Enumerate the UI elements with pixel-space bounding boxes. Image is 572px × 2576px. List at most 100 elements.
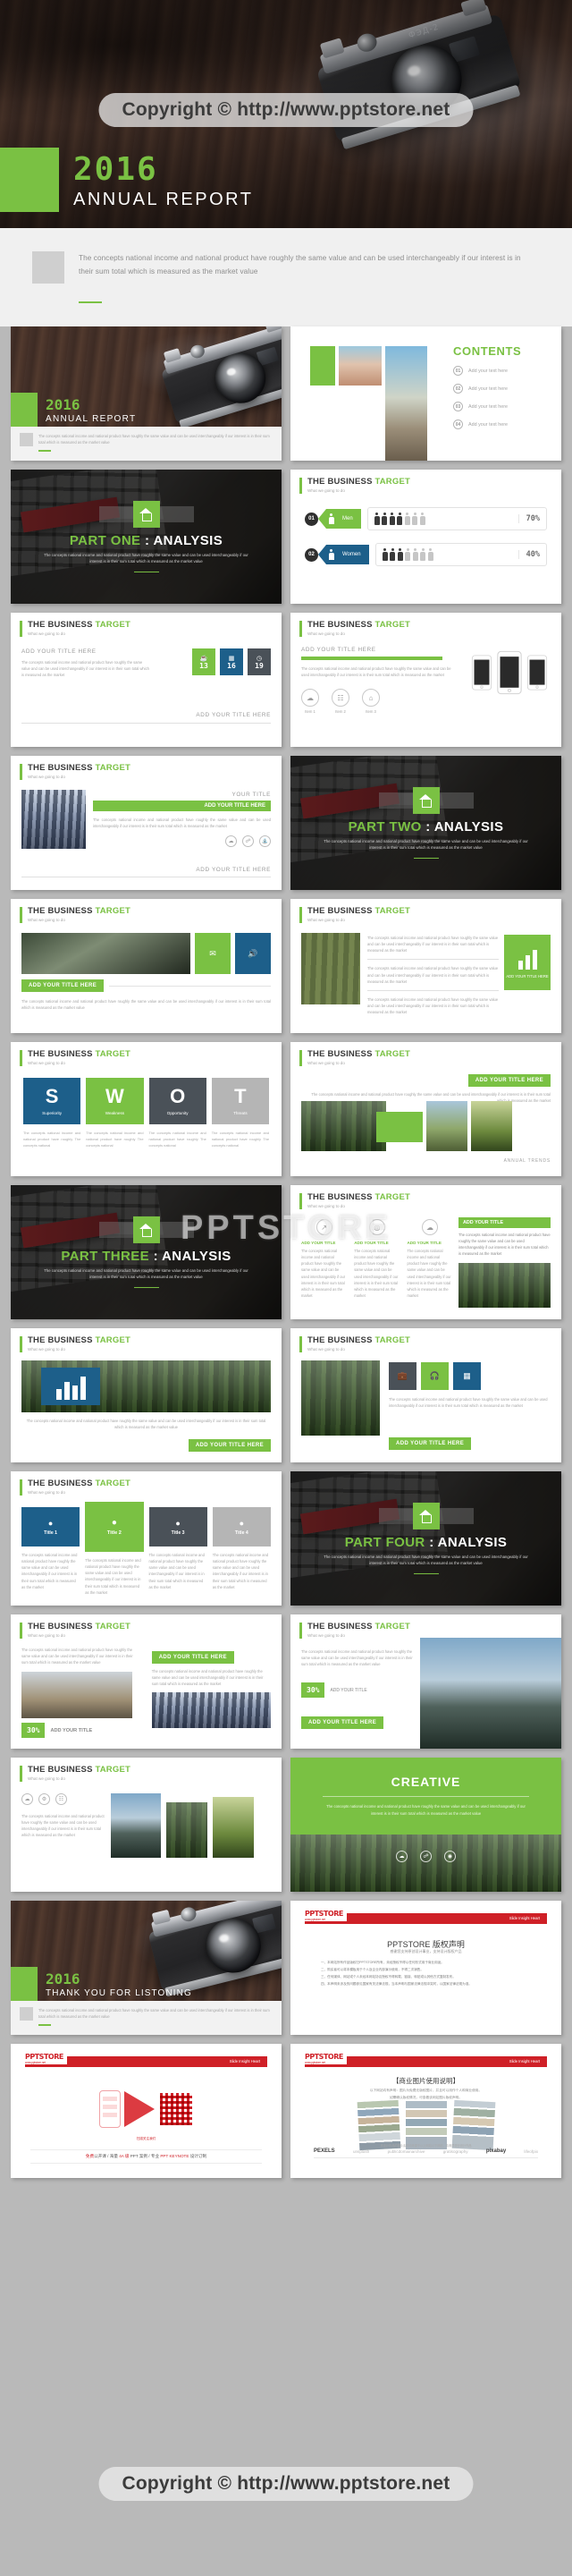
slide-thumbnail-creative[interactable]: CREATIVE The concepts national income an… [290, 1758, 561, 1892]
contents-item-number: 04 [453, 419, 463, 429]
swot-column[interactable]: S Superiority The concepts national inco… [23, 1078, 81, 1148]
part-left-bar [98, 505, 133, 522]
slide-thumbnail-part-one[interactable]: PART ONE : ANALYSIS The concepts nationa… [11, 470, 282, 604]
part-icon-box [132, 500, 160, 528]
swot-word: Threats [233, 1111, 248, 1115]
tile-column[interactable]: ● Title 2 The concepts national income a… [85, 1502, 144, 1596]
tile-column[interactable]: ● Title 1 The concepts national income a… [21, 1507, 80, 1590]
slide-thumbnail-gender[interactable]: THE BUSINESS TARGET What we going to do … [290, 470, 561, 604]
slide-thumbnail-four-tiles[interactable]: THE BUSINESS TARGET What we going to do … [11, 1471, 282, 1606]
contents-list: CONTENTS 01 Add your text here 02 Add yo… [453, 344, 521, 429]
image-strips [290, 2099, 561, 2151]
date-number: 19 [255, 661, 264, 670]
cup-icon: ☕ [199, 655, 208, 662]
cover-desc-box [20, 433, 33, 446]
slide-thumbnail-cover[interactable]: 2016 ANNUAL REPORT The concepts national… [11, 326, 282, 461]
contents-item[interactable]: 01 Add your text here [453, 366, 521, 376]
swot-column[interactable]: O Opportunity The concepts national inco… [148, 1078, 206, 1148]
home-icon [139, 507, 153, 521]
deer-line: The concepts national income and nationa… [367, 966, 499, 984]
percent-body: The concepts national income and nationa… [21, 1648, 133, 1665]
bt-title: THE BUSINESS [28, 906, 96, 916]
link-icon[interactable]: ☍ [242, 835, 254, 848]
annual-photo-field [426, 1101, 467, 1151]
slide-thumbnail-grid: 2016 ANNUAL REPORT The concepts national… [0, 326, 572, 2178]
pptstore-slogan: Slide Insight Heart [509, 2059, 540, 2063]
tile-column[interactable]: ● Title 4 The concepts national income a… [212, 1507, 271, 1590]
slide-thumbnail-steps[interactable]: THE BUSINESS TARGET What we going to do … [290, 1185, 561, 1319]
hero-title-block: 2016 ANNUAL REPORT [0, 148, 253, 212]
bt-accent: TARGET [95, 763, 131, 773]
slide-thumbnail-date-icons[interactable]: THE BUSINESS TARGET What we going to do … [11, 613, 282, 747]
cloud-icon[interactable]: ☁ [21, 1793, 33, 1805]
three-icons-photo [21, 933, 190, 974]
image-title-body: The concepts national income and nationa… [93, 818, 271, 829]
slide-thumbnail-swot[interactable]: THE BUSINESS TARGET What we going to do … [11, 1042, 282, 1176]
swot-column[interactable]: W Weakness The concepts national income … [86, 1078, 144, 1148]
part-four-description: The concepts national income and nationa… [324, 1554, 528, 1566]
cloud-icon[interactable]: ☁ [225, 835, 237, 848]
slide-thumbnail-part-two[interactable]: PART TWO : ANALYSIS The concepts nationa… [290, 756, 561, 890]
icon-boxes-footer: ADD YOUR TITLE HERE [389, 1437, 472, 1450]
slide-thumbnail-pptstore-qr[interactable]: PPTSTORE www.pptstore.net Slide Insight … [11, 2044, 282, 2178]
slide-thumbnail-annual-trends[interactable]: THE BUSINESS TARGET What we going to do … [290, 1042, 561, 1176]
thankyou-desc-box [20, 2007, 33, 2021]
tile-column[interactable]: ● Title 3 The concepts national income a… [148, 1507, 207, 1590]
percent-value: 30% [21, 1723, 46, 1738]
phone-item[interactable]: ☁ Item 1 [301, 689, 319, 714]
hero-year: 2016 [73, 151, 158, 188]
bank-icon[interactable]: ⛲ [259, 835, 271, 848]
bt-sub: What we going to do [28, 1776, 65, 1781]
three-icons-body: The concepts national income and nationa… [21, 999, 271, 1011]
hero-banner: ФЭД-2 Copyright © http://www.pptstore.ne… [0, 0, 572, 228]
contents-item[interactable]: 04 Add your text here [453, 419, 521, 429]
pptstore-slogan: Slide Insight Heart [509, 1916, 540, 1920]
chart-footer: ADD YOUR TITLE HERE [188, 1439, 271, 1452]
bt-accent: TARGET [374, 1335, 411, 1345]
slide-thumbnail-phone[interactable]: THE BUSINESS TARGET What we going to do … [290, 613, 561, 747]
slide-thumbnail-percent[interactable]: THE BUSINESS TARGET What we going to do … [11, 1614, 282, 1749]
slide-thumbnail-pptstore-notice[interactable]: PPTSTORE www.pptstore.net Slide Insight … [290, 1901, 561, 2035]
slide-thumbnail-chart[interactable]: THE BUSINESS TARGET What we going to do … [11, 1328, 282, 1462]
bt-title: THE BUSINESS [28, 1335, 96, 1345]
slide-thumbnail-part-three[interactable]: PART THREE : ANALYSIS The concepts natio… [11, 1185, 282, 1319]
contents-item[interactable]: 03 Add your text here [453, 402, 521, 411]
phone-item[interactable]: ⌂ Item 3 [362, 689, 380, 714]
brand-pexels: PEXELS [314, 2148, 335, 2154]
slide-thumbnail-deer-list[interactable]: THE BUSINESS TARGET What we going to do … [290, 899, 561, 1033]
bt-accent: TARGET [95, 1622, 131, 1631]
slide-thumbnail-mountain[interactable]: THE BUSINESS TARGET What we going to do … [290, 1614, 561, 1749]
swot-column[interactable]: T Threats The concepts national income a… [211, 1078, 269, 1148]
bt-accent: TARGET [95, 1479, 131, 1488]
slide-thumbnail-pptstore-images[interactable]: PPTSTORE www.pptstore.net Slide Insight … [290, 2044, 561, 2178]
part-three-accent: : ANALYSIS [149, 1248, 231, 1264]
mountain-photo [420, 1638, 561, 1749]
mountain-badge: ADD YOUR TITLE HERE [301, 1716, 384, 1729]
slide-thumbnail-gallery[interactable]: THE BUSINESS TARGET What we going to do … [11, 1758, 282, 1892]
bt-title: THE BUSINESS [307, 477, 375, 487]
slide-thumbnail-image-title[interactable]: THE BUSINESS TARGET What we going to do … [11, 756, 282, 890]
slide-thumbnail-thank-you[interactable]: 2016 THANK YOU FOR LISTONING The concept… [11, 1901, 282, 2035]
contents-item[interactable]: 02 Add your text here [453, 384, 521, 394]
headphones-icon: 🎧 [421, 1362, 449, 1390]
part-one-description: The concepts national income and nationa… [44, 552, 248, 564]
hero-subtitle: ANNUAL REPORT [73, 190, 254, 209]
slide-thumbnail-three-icons[interactable]: THE BUSINESS TARGET What we going to do … [11, 899, 282, 1033]
brand-gratisography: gratisography [442, 2148, 468, 2154]
footer-part-1: 免费 [85, 2154, 95, 2158]
image-strip [405, 2101, 447, 2149]
slide-thumbnail-contents[interactable]: CONTENTS 01 Add your text here 02 Add yo… [290, 326, 561, 461]
phone-item[interactable]: ☷ Item 2 [332, 689, 349, 714]
slide-thumbnail-icon-boxes[interactable]: THE BUSINESS TARGET What we going to do … [290, 1328, 561, 1462]
bt-sub: What we going to do [28, 1490, 65, 1495]
slide-thumbnail-part-four[interactable]: PART FOUR : ANALYSIS The concepts nation… [290, 1471, 561, 1606]
camera-illustration: ФЭД-2 [300, 0, 553, 174]
chart-icon[interactable]: ☷ [55, 1793, 67, 1805]
footer-part-6: 设计订制 [189, 2154, 207, 2158]
growth-icon: ↗ [315, 1219, 332, 1235]
gear-icon[interactable]: ⚙ [38, 1793, 50, 1805]
phone-outline-icon [98, 2090, 121, 2128]
gender-tag-men: Men [318, 509, 361, 529]
gallery-photo-3 [213, 1797, 254, 1858]
part-one-rule [133, 571, 159, 573]
